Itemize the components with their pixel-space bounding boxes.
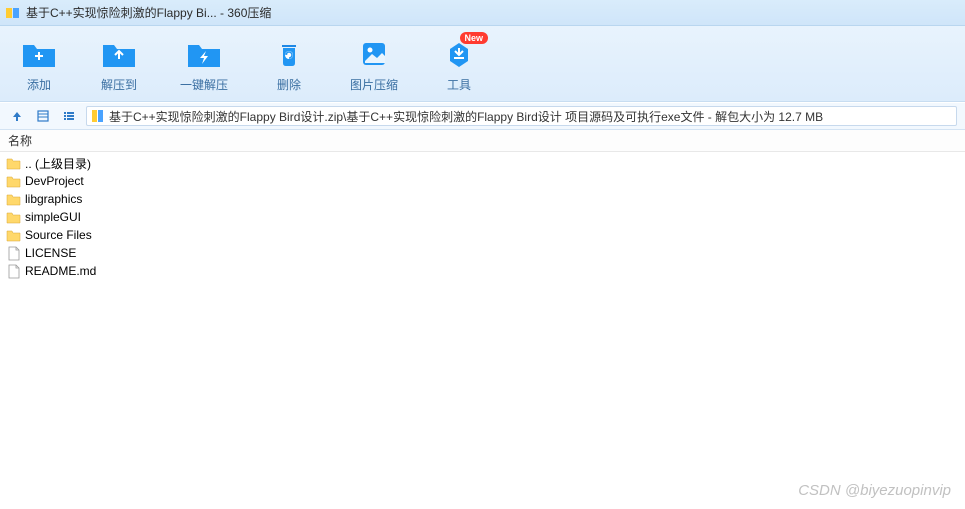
one-click-extract-label: 一键解压	[180, 76, 228, 93]
extract-to-icon	[101, 38, 137, 70]
list-item[interactable]: Source Files	[6, 226, 959, 244]
folder-icon	[6, 156, 21, 171]
tools-button[interactable]: New 工具	[440, 38, 478, 93]
list-item[interactable]: README.md	[6, 262, 959, 280]
window-title: 基于C++实现惊险刺激的Flappy Bi... - 360压缩	[26, 4, 271, 21]
path-input[interactable]: 基于C++实现惊险刺激的Flappy Bird设计.zip\基于C++实现惊险刺…	[86, 106, 957, 126]
one-click-extract-icon	[186, 38, 222, 70]
file-list: .. (上级目录) DevProject libgraphics simpleG…	[0, 152, 965, 282]
list-item[interactable]: libgraphics	[6, 190, 959, 208]
file-icon	[6, 246, 21, 261]
titlebar: 基于C++实现惊险刺激的Flappy Bi... - 360压缩	[0, 0, 965, 26]
file-name: Source Files	[25, 228, 92, 242]
tools-label: 工具	[447, 76, 471, 93]
delete-button[interactable]: 删除	[270, 38, 308, 93]
list-item[interactable]: DevProject	[6, 172, 959, 190]
new-badge: New	[460, 32, 489, 44]
file-icon	[6, 264, 21, 279]
column-header[interactable]: 名称	[0, 130, 965, 152]
pathbar: 基于C++实现惊险刺激的Flappy Bird设计.zip\基于C++实现惊险刺…	[0, 102, 965, 130]
file-name: LICENSE	[25, 246, 76, 260]
one-click-extract-button[interactable]: 一键解压	[180, 38, 228, 93]
folder-icon	[6, 210, 21, 225]
toolbar: 添加 解压到 一键解压 删除 图片压缩 New 工具	[0, 26, 965, 102]
extract-to-label: 解压到	[101, 76, 137, 93]
file-name: README.md	[25, 264, 96, 278]
image-compress-button[interactable]: 图片压缩	[350, 38, 398, 93]
image-compress-icon	[356, 38, 392, 70]
extract-to-button[interactable]: 解压到	[100, 38, 138, 93]
path-text: 基于C++实现惊险刺激的Flappy Bird设计.zip\基于C++实现惊险刺…	[109, 108, 823, 125]
file-name: .. (上级目录)	[25, 155, 91, 172]
app-icon	[6, 6, 20, 20]
file-name: simpleGUI	[25, 210, 81, 224]
view-list-button[interactable]	[60, 107, 78, 125]
add-label: 添加	[27, 76, 51, 93]
list-item[interactable]: simpleGUI	[6, 208, 959, 226]
file-name: libgraphics	[25, 192, 82, 206]
zip-file-icon	[91, 109, 105, 123]
column-name: 名称	[8, 132, 32, 149]
add-folder-icon	[21, 38, 57, 70]
folder-icon	[6, 228, 21, 243]
delete-label: 删除	[277, 76, 301, 93]
watermark: CSDN @biyezuopinvip	[798, 482, 951, 499]
trash-icon	[271, 38, 307, 70]
list-item[interactable]: .. (上级目录)	[6, 154, 959, 172]
add-button[interactable]: 添加	[20, 38, 58, 93]
file-name: DevProject	[25, 174, 84, 188]
up-arrow-button[interactable]	[8, 107, 26, 125]
image-compress-label: 图片压缩	[350, 76, 398, 93]
view-details-button[interactable]	[34, 107, 52, 125]
list-item[interactable]: LICENSE	[6, 244, 959, 262]
folder-icon	[6, 174, 21, 189]
folder-icon	[6, 192, 21, 207]
